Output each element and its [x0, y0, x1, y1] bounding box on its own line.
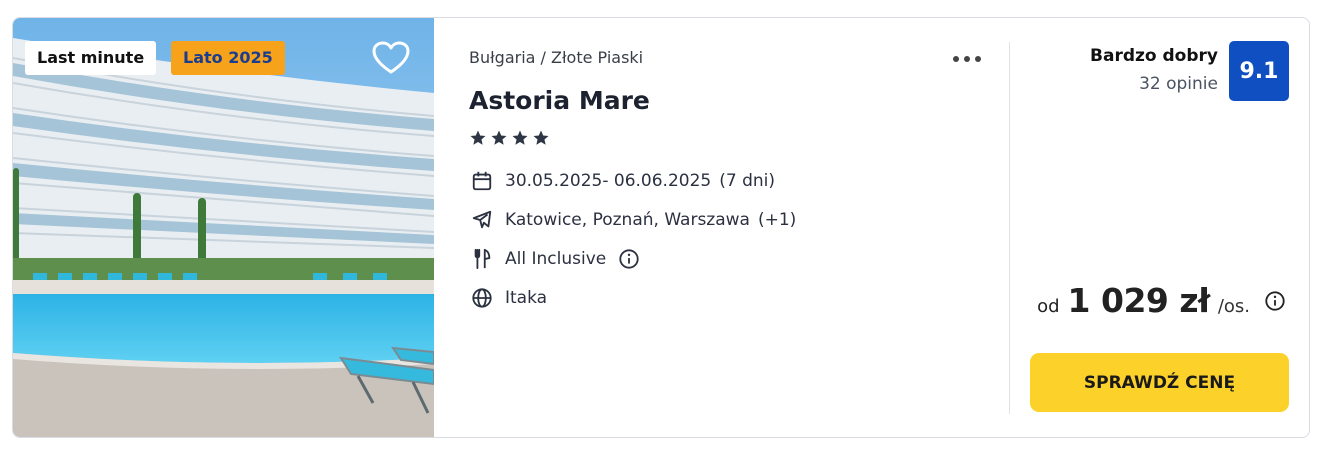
hotel-photo[interactable]: Last minute Lato 2025 [13, 18, 434, 437]
price-unit: /os. [1217, 296, 1250, 317]
rating-label: Bardzo dobry [1090, 46, 1218, 66]
destination-breadcrumb: Bułgaria / Złote Piaski [469, 48, 644, 67]
favorite-button[interactable] [371, 40, 411, 76]
dates-text: 30.05.2025- 06.06.2025 [505, 171, 712, 191]
cutlery-icon [469, 246, 495, 272]
board-type: All Inclusive [505, 249, 607, 269]
calendar-icon [469, 168, 495, 194]
star-icon [491, 130, 507, 145]
price-row: od 1 029 zł /os. [1037, 281, 1286, 320]
hotel-stars [469, 129, 550, 147]
dates-row: 30.05.2025- 06.06.2025 (7 dni) [469, 168, 775, 194]
heart-icon [372, 41, 410, 74]
star-icon [533, 130, 549, 145]
board-info-icon[interactable] [618, 248, 640, 270]
offer-card[interactable]: Last minute Lato 2025 Bułgaria / Złote P… [12, 17, 1310, 438]
season-badge: Lato 2025 [171, 41, 285, 75]
hotel-photo-image [13, 18, 434, 437]
hotel-name[interactable]: Astoria Mare [469, 86, 650, 115]
globe-icon [469, 285, 495, 311]
column-divider [1009, 42, 1010, 414]
check-price-button[interactable]: SPRAWDŹ CENĘ [1030, 353, 1289, 412]
board-row: All Inclusive [469, 246, 640, 272]
price-prefix: od [1037, 296, 1060, 317]
tour-operator: Itaka [505, 288, 548, 308]
more-options-button[interactable] [949, 48, 985, 70]
departure-row: Katowice, Poznań, Warszawa (+1) [469, 207, 796, 233]
price-amount: 1 029 zł [1067, 281, 1211, 320]
rating-score-badge: 9.1 [1229, 41, 1289, 101]
price-info-icon[interactable] [1264, 290, 1286, 312]
departure-airports: Katowice, Poznań, Warszawa [505, 210, 750, 230]
star-icon [470, 130, 486, 145]
plane-icon [469, 207, 495, 233]
duration-text: (7 dni) [719, 171, 775, 191]
operator-row: Itaka [469, 285, 547, 311]
reviews-count-link[interactable]: 32 opinie [1139, 74, 1218, 94]
more-airports-link[interactable]: (+1) [758, 210, 796, 230]
last-minute-badge: Last minute [25, 41, 157, 75]
star-icon [512, 130, 528, 145]
more-dots-icon [953, 56, 981, 62]
